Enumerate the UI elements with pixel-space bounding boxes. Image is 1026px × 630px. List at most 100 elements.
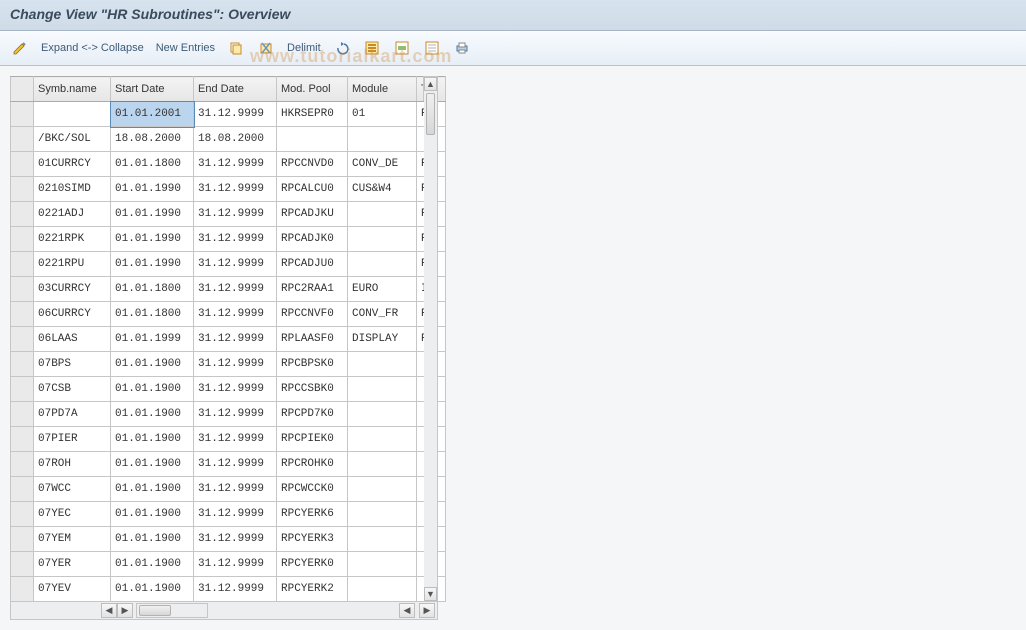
cell-module[interactable]: DISPLAY [348,327,417,352]
table-row[interactable]: 07ROH01.01.190031.12.9999RPCROHK0 [11,452,446,477]
undo-icon[interactable] [330,39,354,57]
row-selector-cell[interactable] [11,277,34,302]
delimit-button[interactable]: Delimit [284,42,324,54]
table-row[interactable]: 0221RPK01.01.199031.12.9999RPCADJK0R [11,227,446,252]
cell-modpool[interactable]: RPCYERK3 [277,527,348,552]
cell-enddate[interactable]: 31.12.9999 [194,527,277,552]
vertical-scrollbar[interactable]: ▲ ▼ [424,76,438,602]
cell-enddate[interactable]: 31.12.9999 [194,577,277,602]
cell-symbname[interactable]: 07YEC [34,502,111,527]
row-selector-cell[interactable] [11,427,34,452]
copy-icon[interactable] [224,39,248,57]
cell-startdate[interactable]: 01.01.1900 [111,377,194,402]
table-row[interactable]: 03CURRCY01.01.180031.12.9999RPC2RAA1EURO… [11,277,446,302]
cell-symbname[interactable]: 07YEM [34,527,111,552]
cell-modpool[interactable]: RPCYERK2 [277,577,348,602]
cell-startdate[interactable]: 01.01.1900 [111,552,194,577]
scroll-up-arrow-icon[interactable]: ▲ [424,77,437,91]
table-row[interactable]: 0210SIMD01.01.199031.12.9999RPCALCU0CUS&… [11,177,446,202]
cell-symbname[interactable]: 06LAAS [34,327,111,352]
cell-module[interactable]: CUS&W4 [348,177,417,202]
cell-module[interactable]: 01 [348,102,417,127]
cell-startdate[interactable]: 01.01.1800 [111,152,194,177]
cell-module[interactable] [348,477,417,502]
cell-symbname[interactable]: 06CURRCY [34,302,111,327]
cell-module[interactable] [348,377,417,402]
table-row[interactable]: 06LAAS01.01.199931.12.9999RPLAASF0DISPLA… [11,327,446,352]
cell-enddate[interactable]: 31.12.9999 [194,352,277,377]
cell-startdate[interactable]: 01.01.1999 [111,327,194,352]
cell-symbname[interactable]: 07WCC [34,477,111,502]
cell-module[interactable]: CONV_DE [348,152,417,177]
row-selector-cell[interactable] [11,527,34,552]
table-row[interactable]: 06CURRCY01.01.180031.12.9999RPCCNVF0CONV… [11,302,446,327]
cell-enddate[interactable]: 31.12.9999 [194,427,277,452]
cell-modpool[interactable]: RPLAASF0 [277,327,348,352]
cell-startdate[interactable]: 01.01.1900 [111,452,194,477]
cell-module[interactable] [348,527,417,552]
cell-module[interactable] [348,502,417,527]
cell-symbname[interactable]: 0221RPK [34,227,111,252]
cell-symbname[interactable]: 07BPS [34,352,111,377]
cell-module[interactable] [348,402,417,427]
row-selector-cell[interactable] [11,227,34,252]
cell-symbname[interactable]: 0221RPU [34,252,111,277]
table-row[interactable]: /BKC/SOL18.08.200018.08.2000 [11,127,446,152]
table-row[interactable]: 07YEM01.01.190031.12.9999RPCYERK3 [11,527,446,552]
cell-symbname[interactable]: 03CURRCY [34,277,111,302]
cell-enddate[interactable]: 31.12.9999 [194,477,277,502]
row-selector-cell[interactable] [11,502,34,527]
cell-module[interactable] [348,427,417,452]
delete-icon[interactable] [254,39,278,57]
cell-symbname[interactable]: 07CSB [34,377,111,402]
row-selector-cell[interactable] [11,452,34,477]
cell-startdate[interactable]: 01.01.1900 [111,527,194,552]
cell-modpool[interactable]: RPCPD7K0 [277,402,348,427]
cell-modpool[interactable]: RPCCNVF0 [277,302,348,327]
cell-symbname[interactable]: 01CURRCY [34,152,111,177]
deselect-all-icon[interactable] [420,39,444,57]
table-row[interactable]: 0221ADJ01.01.199031.12.9999RPCADJKUR [11,202,446,227]
cell-module[interactable] [348,202,417,227]
scroll-left-arrow-icon[interactable]: ◀ [101,603,117,618]
cell-startdate[interactable]: 01.01.2001 [111,102,194,127]
cell-module[interactable] [348,352,417,377]
cell-enddate[interactable]: 31.12.9999 [194,177,277,202]
cell-startdate[interactable]: 18.08.2000 [111,127,194,152]
cell-modpool[interactable]: RPCYERK0 [277,552,348,577]
cell-modpool[interactable]: RPCPIEK0 [277,427,348,452]
cell-enddate[interactable]: 31.12.9999 [194,227,277,252]
table-row[interactable]: 07WCC01.01.190031.12.9999RPCWCCK0 [11,477,446,502]
cell-startdate[interactable]: 01.01.1900 [111,477,194,502]
table-row[interactable]: 07PIER01.01.190031.12.9999RPCPIEK0 [11,427,446,452]
col-header-symbname[interactable]: Symb.name [34,77,111,102]
cell-enddate[interactable]: 31.12.9999 [194,327,277,352]
cell-symbname[interactable]: 07PD7A [34,402,111,427]
cell-module[interactable] [348,227,417,252]
cell-modpool[interactable]: RPCCNVD0 [277,152,348,177]
table-row[interactable]: 07BPS01.01.190031.12.9999RPCBPSK0 [11,352,446,377]
col-header-modpool[interactable]: Mod. Pool [277,77,348,102]
cell-enddate[interactable]: 31.12.9999 [194,202,277,227]
table-row[interactable]: 01.01.200131.12.9999HKRSEPR001R [11,102,446,127]
cell-startdate[interactable]: 01.01.1800 [111,277,194,302]
cell-symbname[interactable]: 0210SIMD [34,177,111,202]
cell-modpool[interactable]: RPCALCU0 [277,177,348,202]
horizontal-scrollbar[interactable]: ◀ ▶ ◀ ▶ [10,602,438,620]
row-selector-cell[interactable] [11,327,34,352]
cell-modpool[interactable]: RPCWCCK0 [277,477,348,502]
cell-modpool[interactable]: RPCROHK0 [277,452,348,477]
row-selector-cell[interactable] [11,102,34,127]
select-block-icon[interactable] [390,39,414,57]
toggle-display-change-icon[interactable] [8,39,32,57]
cell-startdate[interactable]: 01.01.1900 [111,427,194,452]
cell-enddate[interactable]: 31.12.9999 [194,377,277,402]
cell-modpool[interactable]: RPCBPSK0 [277,352,348,377]
cell-modpool[interactable]: RPC2RAA1 [277,277,348,302]
scroll-down-arrow-icon[interactable]: ▼ [424,587,437,601]
cell-enddate[interactable]: 31.12.9999 [194,152,277,177]
table-row[interactable]: 07YER01.01.190031.12.9999RPCYERK0 [11,552,446,577]
row-selector-cell[interactable] [11,402,34,427]
row-selector-cell[interactable] [11,352,34,377]
cell-startdate[interactable]: 01.01.1900 [111,502,194,527]
